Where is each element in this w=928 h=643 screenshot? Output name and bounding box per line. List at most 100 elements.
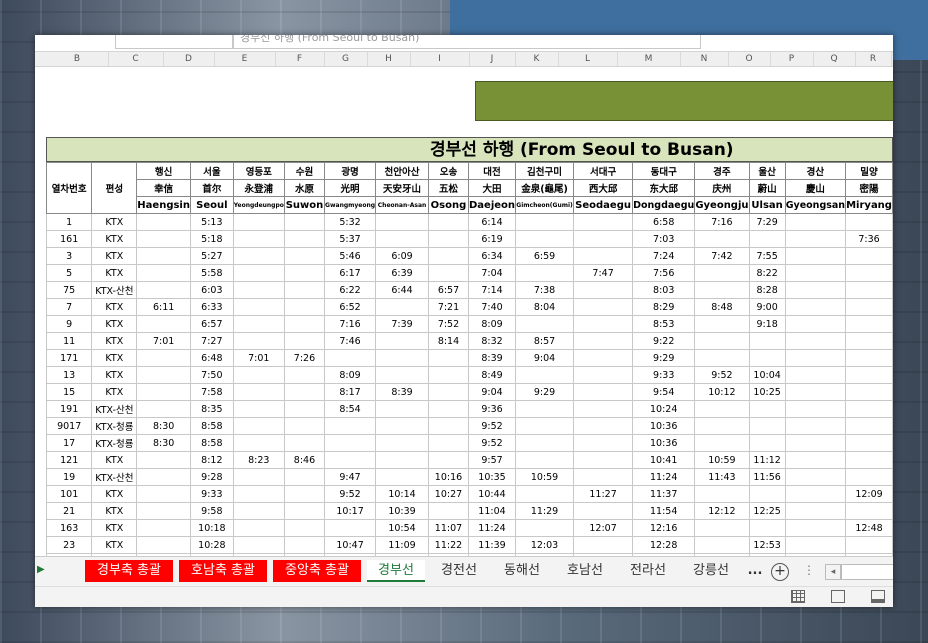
train-type-cell[interactable]: KTX (91, 536, 138, 554)
time-cell[interactable]: 10:12 (694, 383, 750, 401)
time-cell[interactable]: 10:41 (632, 451, 696, 469)
time-cell[interactable]: 12:09 (845, 485, 893, 503)
time-cell[interactable] (427, 213, 469, 231)
time-cell[interactable]: 9:29 (515, 383, 575, 401)
time-cell[interactable] (784, 451, 847, 469)
time-cell[interactable] (784, 264, 847, 282)
time-cell[interactable] (427, 434, 469, 452)
time-cell[interactable] (375, 451, 429, 469)
time-cell[interactable]: 7:56 (632, 264, 696, 282)
time-cell[interactable]: 7:52 (427, 315, 469, 333)
time-cell[interactable] (232, 383, 285, 401)
time-cell[interactable] (375, 213, 429, 231)
train-number-cell[interactable]: 15 (45, 383, 93, 401)
time-cell[interactable] (573, 366, 634, 384)
time-cell[interactable]: 7:16 (324, 315, 377, 333)
time-cell[interactable] (283, 485, 326, 503)
time-cell[interactable] (375, 230, 429, 248)
time-cell[interactable]: 12:03 (515, 536, 575, 554)
train-number-cell[interactable]: 101 (45, 485, 93, 503)
time-cell[interactable] (283, 383, 326, 401)
time-cell[interactable] (845, 400, 893, 418)
time-cell[interactable]: 6:34 (467, 247, 517, 265)
time-cell[interactable] (515, 434, 575, 452)
time-cell[interactable]: 10:47 (324, 536, 377, 554)
time-cell[interactable]: 6:39 (375, 264, 429, 282)
time-cell[interactable]: 12:16 (632, 519, 696, 537)
station-name-ko[interactable]: 수원 (283, 162, 326, 180)
time-cell[interactable] (324, 417, 377, 435)
time-cell[interactable] (784, 230, 847, 248)
time-cell[interactable] (573, 468, 634, 486)
time-cell[interactable]: 9:00 (748, 298, 786, 316)
time-cell[interactable] (784, 485, 847, 503)
station-name-en[interactable]: Suwon (283, 196, 326, 214)
station-name-ko[interactable]: 경주 (694, 162, 750, 180)
time-cell[interactable]: 7:47 (573, 264, 634, 282)
column-header-p[interactable]: P (770, 52, 814, 66)
train-type-cell[interactable]: KTX (91, 230, 138, 248)
time-cell[interactable]: 8:09 (324, 366, 377, 384)
time-cell[interactable]: 8:53 (632, 315, 696, 333)
time-cell[interactable] (283, 434, 326, 452)
time-cell[interactable] (784, 213, 847, 231)
time-cell[interactable] (845, 383, 893, 401)
time-cell[interactable]: 8:49 (467, 366, 517, 384)
time-cell[interactable]: 8:03 (632, 281, 696, 299)
station-name-en[interactable]: Haengsin (136, 196, 191, 214)
train-number-cell[interactable]: 9017 (45, 417, 93, 435)
time-cell[interactable] (573, 349, 634, 367)
time-cell[interactable] (427, 349, 469, 367)
time-cell[interactable]: 6:22 (324, 281, 377, 299)
column-header-g[interactable]: G (324, 52, 368, 66)
train-type-cell[interactable]: KTX (91, 298, 138, 316)
time-cell[interactable] (748, 417, 786, 435)
time-cell[interactable]: 7:38 (515, 281, 575, 299)
time-cell[interactable]: 9:58 (189, 502, 234, 520)
time-cell[interactable] (515, 400, 575, 418)
time-cell[interactable] (573, 383, 634, 401)
train-number-cell[interactable]: 171 (45, 349, 93, 367)
time-cell[interactable]: 8:57 (515, 332, 575, 350)
time-cell[interactable] (515, 366, 575, 384)
time-cell[interactable] (324, 349, 377, 367)
time-cell[interactable] (694, 349, 750, 367)
time-cell[interactable]: 11:27 (573, 485, 634, 503)
time-cell[interactable]: 9:04 (515, 349, 575, 367)
time-cell[interactable] (232, 230, 285, 248)
options-dots-icon[interactable]: ⋮ (803, 563, 815, 577)
station-name-ko[interactable]: 대전 (467, 162, 517, 180)
train-number-cell[interactable]: 163 (45, 519, 93, 537)
time-cell[interactable] (694, 281, 750, 299)
time-cell[interactable] (573, 332, 634, 350)
time-cell[interactable]: 5:27 (189, 247, 234, 265)
time-cell[interactable] (136, 264, 191, 282)
time-cell[interactable] (136, 281, 191, 299)
time-cell[interactable] (784, 349, 847, 367)
time-cell[interactable]: 8:29 (632, 298, 696, 316)
time-cell[interactable]: 10:25 (748, 383, 786, 401)
time-cell[interactable] (283, 213, 326, 231)
time-cell[interactable]: 11:04 (467, 502, 517, 520)
time-cell[interactable]: 9:52 (467, 417, 517, 435)
time-cell[interactable]: 8:58 (189, 417, 234, 435)
time-cell[interactable] (573, 451, 634, 469)
time-cell[interactable] (784, 536, 847, 554)
train-number-cell[interactable]: 5 (45, 264, 93, 282)
time-cell[interactable]: 10:24 (632, 400, 696, 418)
time-cell[interactable] (324, 451, 377, 469)
time-cell[interactable]: 9:22 (632, 332, 696, 350)
time-cell[interactable] (232, 502, 285, 520)
time-cell[interactable] (136, 383, 191, 401)
page-layout-icon[interactable] (831, 590, 845, 603)
train-number-cell[interactable]: 19 (45, 468, 93, 486)
time-cell[interactable] (845, 434, 893, 452)
train-type-cell[interactable]: KTX-청룡 (91, 417, 138, 435)
column-header-n[interactable]: N (680, 52, 729, 66)
time-cell[interactable] (845, 451, 893, 469)
more-tabs-button[interactable]: ... (745, 560, 765, 582)
sheet-tab[interactable]: 경부축 총괄 (85, 560, 173, 582)
time-cell[interactable]: 9:04 (467, 383, 517, 401)
time-cell[interactable] (427, 247, 469, 265)
time-cell[interactable] (232, 332, 285, 350)
